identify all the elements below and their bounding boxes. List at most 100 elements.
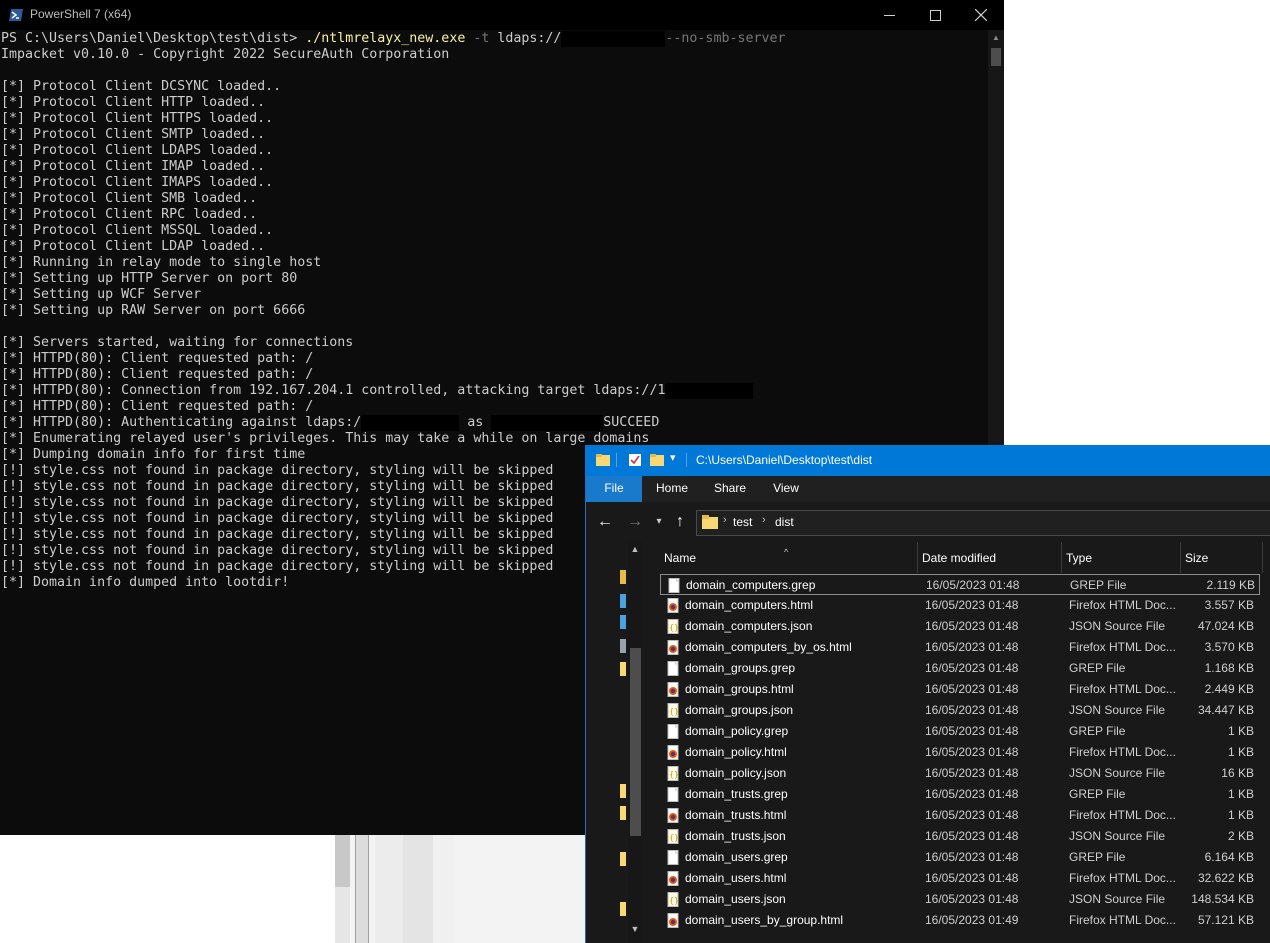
sort-ascending-icon: ^: [784, 547, 789, 557]
file-name: domain_computers.grep: [686, 578, 816, 592]
customize-toolbar-icon[interactable]: ▾: [670, 451, 676, 464]
close-button[interactable]: [958, 0, 1004, 30]
file-type: Firefox HTML Doc...: [1069, 871, 1176, 885]
file-type: Firefox HTML Doc...: [1069, 598, 1176, 612]
file-name: domain_computers.json: [685, 619, 813, 633]
file-name: domain_policy.grep: [685, 724, 789, 738]
file-type: Firefox HTML Doc...: [1069, 745, 1176, 759]
console-line: [*] Servers started, waiting for connect…: [1, 335, 354, 350]
console-line: [!] style.css not found in package direc…: [1, 543, 554, 558]
file-row[interactable]: {} domain_users.json 16/05/2023 01:48 JSON …: [660, 889, 1260, 910]
file-row[interactable]: domain_computers_by_os.html 16/05/2023 01…: [660, 637, 1260, 658]
file-type: GREP File: [1070, 578, 1127, 592]
file-date: 16/05/2023 01:48: [925, 892, 1019, 906]
computer-icon[interactable]: [620, 615, 626, 629]
ribbon-tabs: File Home Share View: [586, 476, 1270, 502]
tab-file[interactable]: File: [586, 476, 642, 502]
file-row[interactable]: domain_users.html 16/05/2023 01:48 Firefox…: [660, 868, 1260, 889]
folder-icon[interactable]: [620, 852, 626, 866]
back-button[interactable]: ←: [595, 502, 615, 542]
cloud-icon[interactable]: [620, 594, 626, 608]
console-line: [*] Enumerating relayed user's privilege…: [1, 431, 650, 446]
file-name: domain_users_by_group.html: [685, 913, 844, 927]
svg-text:{}: {}: [669, 770, 679, 779]
file-date: 16/05/2023 01:48: [925, 850, 1019, 864]
recent-locations-button[interactable]: ▾: [652, 502, 666, 542]
console-line: [*] Setting up HTTP Server on port 80: [1, 271, 298, 286]
tab-share[interactable]: Share: [710, 476, 750, 502]
explorer-titlebar[interactable]: ▾ C:\Users\Daniel\Desktop\test\dist: [586, 445, 1270, 476]
firefox-icon: [667, 745, 679, 760]
file-row[interactable]: domain_groups.grep 16/05/2023 01:48 GREP F…: [660, 658, 1260, 679]
console-line: [!] style.css not found in package direc…: [1, 479, 554, 494]
column-header-date[interactable]: Date modified: [918, 542, 1062, 573]
folder-icon[interactable]: [620, 570, 626, 584]
tab-home[interactable]: Home: [650, 476, 694, 502]
file-row[interactable]: domain_users.grep 16/05/2023 01:48 GREP Fi…: [660, 847, 1260, 868]
file-row[interactable]: domain_policy.grep 16/05/2023 01:48 GREP F…: [660, 721, 1260, 742]
folder-icon[interactable]: [620, 784, 626, 798]
properties-icon[interactable]: [628, 453, 642, 467]
file-row[interactable]: domain_users_by_group.html 16/05/2023 01:…: [660, 910, 1260, 931]
firefox-icon: [667, 808, 679, 823]
console-line: [*] Protocol Client HTTPS loaded..: [1, 111, 274, 126]
breadcrumb-test[interactable]: test: [733, 515, 752, 529]
file-type: Firefox HTML Doc...: [1069, 682, 1176, 696]
file-type: JSON Source File: [1069, 829, 1166, 843]
file-type: Firefox HTML Doc...: [1069, 913, 1176, 927]
folder-icon: [596, 454, 610, 466]
file-row[interactable]: {} domain_policy.json 16/05/2023 01:48 JSON…: [660, 763, 1260, 784]
new-folder-icon[interactable]: [650, 453, 664, 467]
maximize-button[interactable]: [912, 0, 958, 30]
scroll-up-icon[interactable]: ▲: [988, 30, 1004, 46]
json-icon: {}: [667, 619, 679, 634]
file-name: domain_users.json: [685, 892, 786, 906]
address-bar[interactable]: › test › dist: [696, 510, 1270, 536]
navigation-pane-scrollbar[interactable]: ▲ ▼: [628, 542, 642, 943]
navigation-pane[interactable]: ▲ ▼: [586, 542, 644, 943]
connection-target-start: 1: [657, 383, 666, 398]
file-row[interactable]: {} domain_groups.json 16/05/2023 01:48 JSON…: [660, 700, 1260, 721]
column-header-size[interactable]: Size: [1181, 542, 1263, 573]
file-name: domain_policy.json: [685, 766, 787, 780]
file-name: domain_trusts.json: [685, 829, 786, 843]
console-line-auth: [*] HTTPD(80): Authenticating against ld…: [1, 415, 659, 431]
tab-view[interactable]: View: [768, 476, 804, 502]
scrollbar-thumb[interactable]: [991, 48, 1001, 66]
file-row[interactable]: domain_policy.html 16/05/2023 01:48 Firefo…: [660, 742, 1260, 763]
file-row[interactable]: {} domain_computers.json 16/05/2023 01:48 J…: [660, 616, 1260, 637]
file-size: 1 KB: [1227, 808, 1254, 822]
file-icon: [667, 850, 679, 865]
file-icon: [667, 787, 679, 802]
chevron-up-icon[interactable]: ▲: [628, 544, 642, 558]
file-explorer-window: ▾ C:\Users\Daniel\Desktop\test\dist File…: [585, 445, 1270, 943]
file-date: 16/05/2023 01:49: [925, 913, 1019, 927]
drive-icon[interactable]: [620, 639, 626, 653]
file-row[interactable]: domain_computers.html 16/05/2023 01:48 Fir…: [660, 595, 1260, 616]
command-target: ldaps://: [497, 31, 562, 46]
console-line: [*] Protocol Client HTTP loaded..: [1, 95, 266, 110]
folder-icon[interactable]: [620, 662, 626, 676]
chevron-down-icon[interactable]: ▼: [628, 924, 642, 938]
minimize-button[interactable]: [866, 0, 912, 30]
column-header-type[interactable]: Type: [1062, 542, 1181, 573]
powershell-titlebar[interactable]: PowerShell 7 (x64): [0, 0, 1004, 30]
up-button[interactable]: ↑: [670, 502, 690, 542]
file-size: 2.119 KB: [1206, 578, 1255, 592]
column-header-name[interactable]: Name ^: [660, 542, 918, 573]
console-line: [*] Protocol Client IMAPS loaded..: [1, 175, 274, 190]
chevron-down-icon: ▾: [656, 516, 662, 527]
file-row[interactable]: domain_groups.html 16/05/2023 01:48 Firefo…: [660, 679, 1260, 700]
file-row[interactable]: {} domain_trusts.json 16/05/2023 01:48 JSON…: [660, 826, 1260, 847]
file-row[interactable]: domain_computers.grep 16/05/2023 01:48 GRE…: [660, 574, 1260, 595]
file-date: 16/05/2023 01:48: [925, 640, 1019, 654]
folder-icon[interactable]: [620, 806, 626, 820]
folder-icon[interactable]: [620, 902, 626, 916]
file-row[interactable]: domain_trusts.html 16/05/2023 01:48 Firefo…: [660, 805, 1260, 826]
file-row[interactable]: domain_trusts.grep 16/05/2023 01:48 GREP F…: [660, 784, 1260, 805]
command-executable: ./ntlmrelayx_new.exe: [305, 31, 466, 46]
chevron-right-icon: ›: [762, 514, 766, 526]
forward-button[interactable]: →: [625, 502, 645, 542]
breadcrumb-dist[interactable]: dist: [775, 515, 794, 529]
scrollbar-thumb[interactable]: [630, 648, 641, 836]
